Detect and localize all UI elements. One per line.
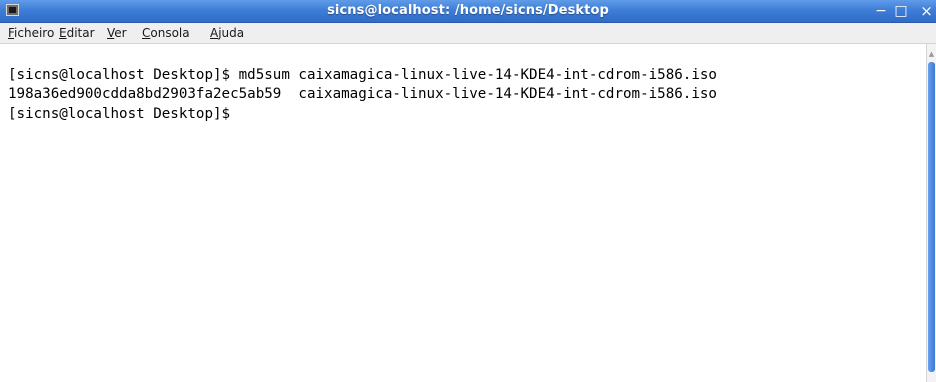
title-bar[interactable]: sicns@localhost: /home/sicns/Desktop − □… <box>0 0 936 23</box>
scroll-up-arrow-icon[interactable]: ▲ <box>927 48 936 60</box>
terminal-line-prompt: [sicns@localhost Desktop]$ <box>8 106 231 122</box>
vertical-scrollbar[interactable]: ▲ <box>926 44 936 382</box>
terminal-output[interactable]: [sicns@localhost Desktop]$ md5sum caixam… <box>0 44 926 382</box>
terminal-line-md5-result: 198a36ed900cdda8bd2903fa2ec5ab59 caixama… <box>8 86 717 102</box>
menu-ver[interactable]: Ver <box>107 23 127 43</box>
menu-consola[interactable]: Consola <box>142 23 190 43</box>
menu-bar: Ficheiro Editar Ver Consola Ajuda <box>0 23 936 44</box>
maximize-button[interactable]: □ <box>893 2 909 20</box>
minimize-button[interactable]: − <box>873 2 889 20</box>
menu-editar[interactable]: Editar <box>59 23 95 43</box>
window-title: sicns@localhost: /home/sicns/Desktop <box>327 3 609 18</box>
terminal-window: sicns@localhost: /home/sicns/Desktop − □… <box>0 0 936 382</box>
close-button[interactable]: × <box>917 2 936 20</box>
menu-ficheiro[interactable]: Ficheiro <box>8 23 54 43</box>
menu-ajuda[interactable]: Ajuda <box>210 23 244 43</box>
scrollbar-thumb[interactable] <box>928 62 935 372</box>
terminal-line-command: [sicns@localhost Desktop]$ md5sum caixam… <box>8 67 717 83</box>
